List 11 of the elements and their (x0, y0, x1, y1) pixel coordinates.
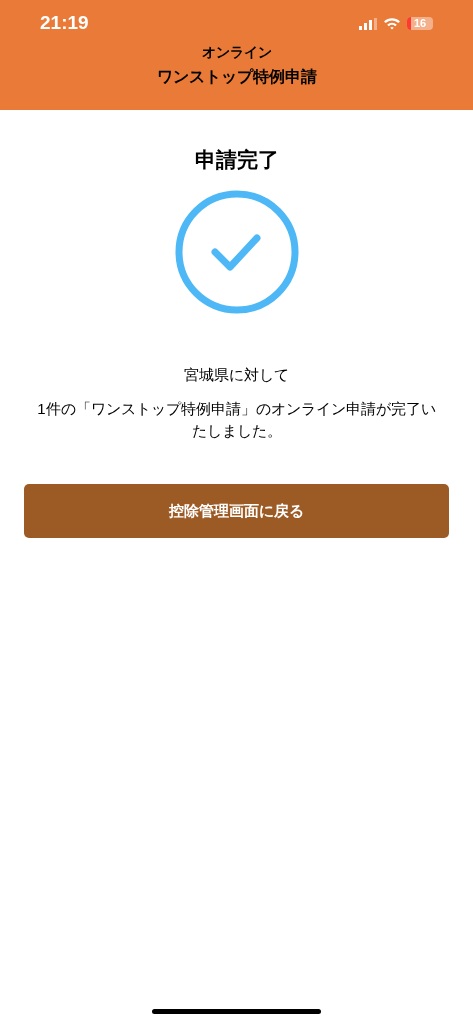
header-title: ワンストップ特例申請 (156, 67, 317, 87)
battery-indicator: 16 (407, 17, 433, 30)
message-text: 1件の「ワンストップ特例申請」のオンライン申請が完了いたしました。 (36, 399, 437, 441)
page-heading: 申請完了 (194, 147, 279, 173)
message-line: 宮城県に対して (184, 365, 289, 385)
signal-icon (359, 17, 377, 30)
status-time: 21:19 (40, 11, 89, 36)
back-button[interactable]: 控除管理画面に戻る (24, 484, 449, 538)
header-subtitle: オンライン (201, 43, 272, 62)
wifi-icon (383, 17, 401, 30)
checkmark-circle-icon (174, 190, 299, 314)
